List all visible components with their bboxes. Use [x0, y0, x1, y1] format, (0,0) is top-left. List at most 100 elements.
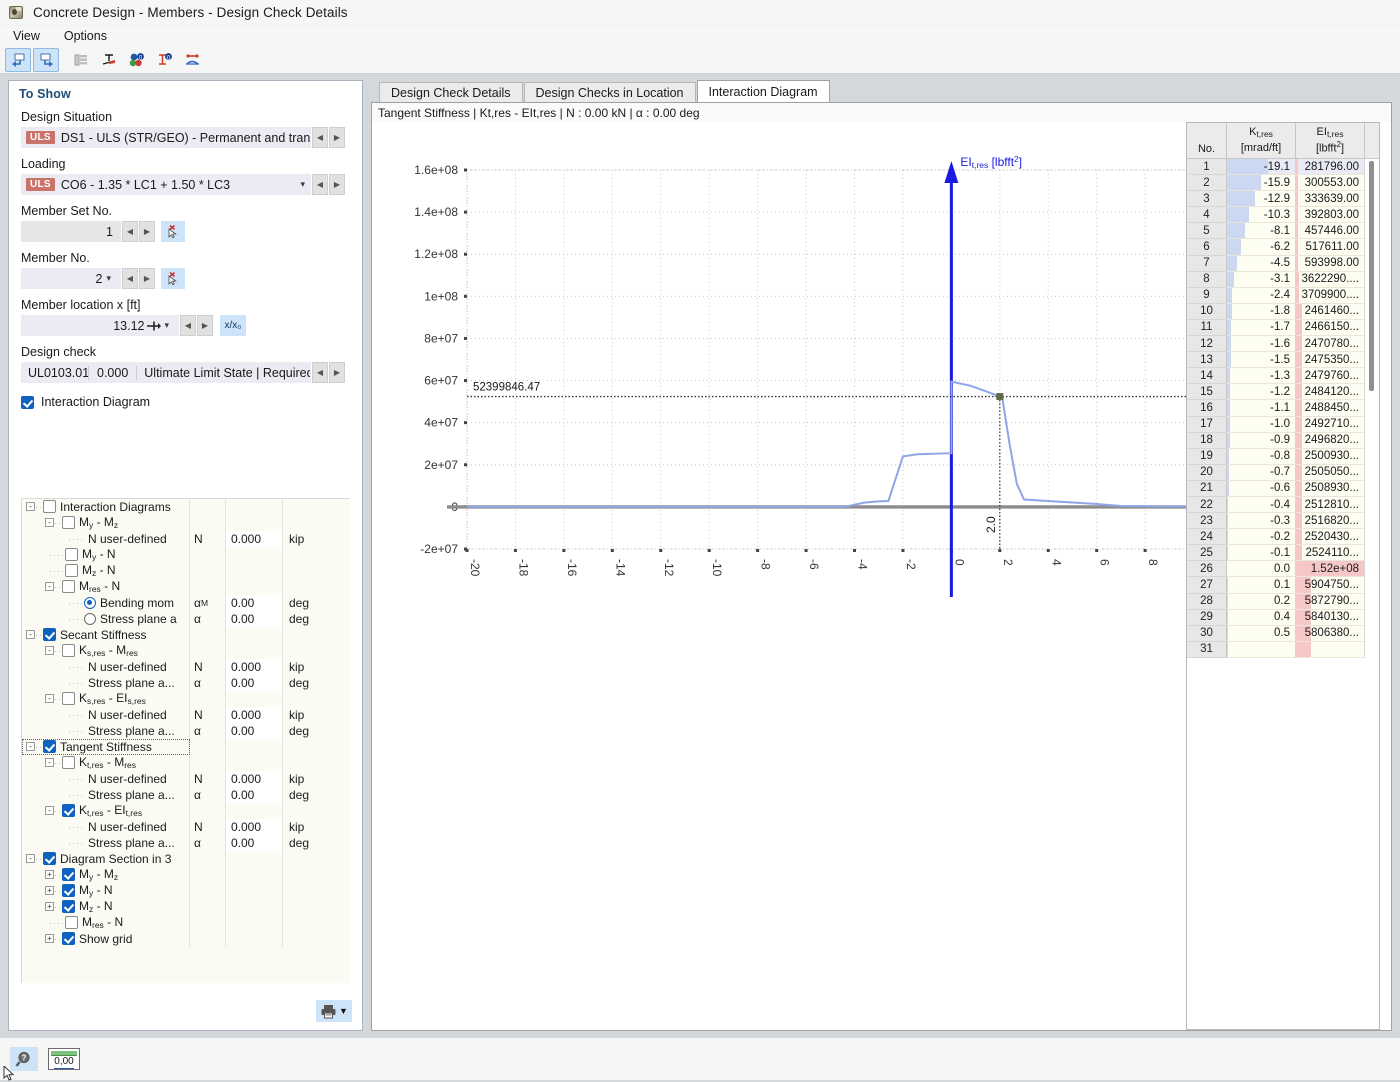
table-cell-ei[interactable]: 5840130...	[1296, 609, 1365, 626]
relative-location-toggle[interactable]: x/x₀	[220, 315, 246, 336]
tree-value-cell[interactable]: 0.000	[226, 706, 283, 723]
table-cell-ei[interactable]: 5872790...	[1296, 593, 1365, 610]
table-row[interactable]: 8 -3.1 3622290....	[1187, 271, 1379, 288]
table-row[interactable]: 13 -1.5 2475350...	[1187, 352, 1379, 369]
table-row[interactable]: 10 -1.8 2461460...	[1187, 303, 1379, 320]
tree-value-cell[interactable]	[226, 514, 283, 531]
table-cell-ei[interactable]: 2479760...	[1296, 368, 1365, 385]
tree-value-cell[interactable]	[226, 626, 283, 643]
design-check-next-button[interactable]: ▶	[329, 362, 345, 383]
table-cell-kt[interactable]: -8.1	[1227, 223, 1296, 240]
table-cell-ei[interactable]: 3709900....	[1296, 287, 1365, 304]
table-cell-kt[interactable]: -19.1	[1227, 159, 1296, 176]
table-row[interactable]: 12 -1.6 2470780...	[1187, 336, 1379, 353]
table-cell-kt[interactable]: -0.1	[1227, 545, 1296, 562]
tree-value-cell[interactable]	[226, 914, 283, 931]
menu-item-options[interactable]: Options	[61, 28, 110, 44]
design-check-prev-button[interactable]: ◀	[312, 362, 328, 383]
table-cell-ei[interactable]: 2505050...	[1296, 464, 1365, 481]
tree-expander[interactable]: +	[45, 870, 54, 879]
table-cell-kt[interactable]: -10.3	[1227, 207, 1296, 224]
tree-row[interactable]: - ·· Secant Stiffness	[22, 626, 350, 643]
table-cell-ei[interactable]: 517611.00	[1296, 239, 1365, 256]
tree-value-cell[interactable]: 0.000	[226, 530, 283, 547]
table-cell-kt[interactable]: 0.1	[1227, 577, 1296, 594]
tree-expander[interactable]: -	[45, 582, 54, 591]
table-cell-kt[interactable]: -1.2	[1227, 384, 1296, 401]
tree-row[interactable]: ···· Stress plane a α 0.00 deg	[22, 610, 350, 627]
tree-row[interactable]: ···· Stress plane a... α 0.00 deg	[22, 674, 350, 691]
table-row[interactable]: 3 -12.9 333639.00	[1187, 191, 1379, 208]
tree-checkbox[interactable]	[65, 564, 78, 577]
tree-row[interactable]: ···· N user-defined N 0.000 kip	[22, 658, 350, 675]
table-cell-kt[interactable]: -0.6	[1227, 480, 1296, 497]
tree-checkbox[interactable]	[62, 932, 75, 945]
table-cell-kt[interactable]: -0.3	[1227, 513, 1296, 530]
interaction-diagram-toggle-row[interactable]: Interaction Diagram	[9, 383, 362, 414]
table-cell-ei[interactable]: 2488450...	[1296, 400, 1365, 417]
table-cell-kt[interactable]: -1.3	[1227, 368, 1296, 385]
table-row[interactable]: 6 -6.2 517611.00	[1187, 239, 1379, 256]
table-cell-kt[interactable]: 0.5	[1227, 625, 1296, 642]
units-button[interactable]: 0,00	[48, 1048, 80, 1070]
tree-expander[interactable]: -	[26, 742, 35, 751]
table-cell-ei[interactable]: 2524110...	[1296, 545, 1365, 562]
previous-design-check-icon[interactable]	[5, 47, 31, 72]
tree-value-cell[interactable]: 0.000	[226, 658, 283, 675]
table-row[interactable]: 4 -10.3 392803.00	[1187, 207, 1379, 224]
tree-expander[interactable]: -	[26, 854, 35, 863]
tree-row[interactable]: - ·· Mres - N	[22, 578, 350, 595]
table-cell-kt[interactable]: -15.9	[1227, 175, 1296, 192]
table-cell-ei[interactable]: 392803.00	[1296, 207, 1365, 224]
table-cell-ei[interactable]: 5904750...	[1296, 577, 1365, 594]
table-row[interactable]: 23 -0.3 2516820...	[1187, 513, 1379, 530]
tree-row[interactable]: + ·· Show grid	[22, 930, 350, 947]
table-cell-ei[interactable]: 281796.00	[1296, 159, 1365, 176]
table-cell-kt[interactable]: -0.7	[1227, 464, 1296, 481]
table-row[interactable]: 28 0.2 5872790...	[1187, 593, 1379, 610]
tree-checkbox[interactable]	[62, 580, 75, 593]
interaction-diagram-icon[interactable]	[180, 48, 206, 72]
table-cell-kt[interactable]: -1.1	[1227, 400, 1296, 417]
table-row[interactable]: 19 -0.8 2500930...	[1187, 448, 1379, 465]
tree-checkbox[interactable]	[43, 852, 56, 865]
tree-value-cell[interactable]	[226, 882, 283, 899]
table-cell-ei[interactable]: 2461460...	[1296, 303, 1365, 320]
tree-checkbox[interactable]	[62, 900, 75, 913]
table-cell-ei[interactable]: 300553.00	[1296, 175, 1365, 192]
tree-checkbox[interactable]	[62, 692, 75, 705]
tree-checkbox[interactable]	[65, 548, 78, 561]
table-row[interactable]: 22 -0.4 2512810...	[1187, 496, 1379, 514]
member-set-no-prev-button[interactable]: ◀	[122, 221, 138, 242]
tree-value-cell[interactable]	[226, 642, 283, 659]
table-scrollbar[interactable]	[1365, 159, 1379, 1029]
tree-value-cell[interactable]	[226, 690, 283, 707]
table-row[interactable]: 9 -2.4 3709900....	[1187, 287, 1379, 304]
tree-row[interactable]: ···· Bending mom α M 0.00 deg	[22, 594, 350, 611]
table-cell-ei[interactable]: 2466150...	[1296, 319, 1365, 337]
table-row[interactable]: 20 -0.7 2505050...	[1187, 464, 1379, 481]
member-set-pick-icon[interactable]	[161, 221, 185, 242]
table-row[interactable]: 24 -0.2 2520430...	[1187, 529, 1379, 546]
table-body[interactable]: 1 -19.1 281796.00 2 -15.9 300553.00 3 -12.9 3336…	[1187, 159, 1379, 658]
tree-expander[interactable]: +	[45, 934, 54, 943]
table-cell-ei[interactable]: 1.52e+08	[1296, 561, 1365, 578]
tree-value-cell[interactable]	[226, 866, 283, 883]
design-check-combo[interactable]: UL0103.01 0.000 Ultimate Limit State | R…	[21, 362, 311, 383]
table-cell-kt[interactable]: -4.5	[1227, 255, 1296, 272]
tree-row[interactable]: - ·· My - Mz	[22, 514, 350, 531]
tree-value-cell[interactable]: 0.000	[226, 770, 283, 787]
table-cell-ei[interactable]: 2508930...	[1296, 480, 1365, 497]
table-row[interactable]: 30 0.5 5806380...	[1187, 625, 1379, 642]
tree-checkbox[interactable]	[62, 756, 75, 769]
table-cell-kt[interactable]: -0.8	[1227, 448, 1296, 465]
table-row[interactable]: 1 -19.1 281796.00	[1187, 159, 1379, 176]
tree-value-cell[interactable]: 0.00	[226, 674, 283, 691]
table-row[interactable]: 2 -15.9 300553.00	[1187, 175, 1379, 192]
table-row[interactable]: 27 0.1 5904750...	[1187, 577, 1379, 594]
tree-expander[interactable]: -	[45, 806, 54, 815]
table-cell-ei[interactable]: 5806380...	[1296, 625, 1365, 642]
tree-row[interactable]: - ·· Interaction Diagrams	[22, 499, 350, 515]
member-results-icon[interactable]: 0	[152, 48, 178, 72]
print-dropdown-icon[interactable]: ▼	[339, 1006, 348, 1016]
